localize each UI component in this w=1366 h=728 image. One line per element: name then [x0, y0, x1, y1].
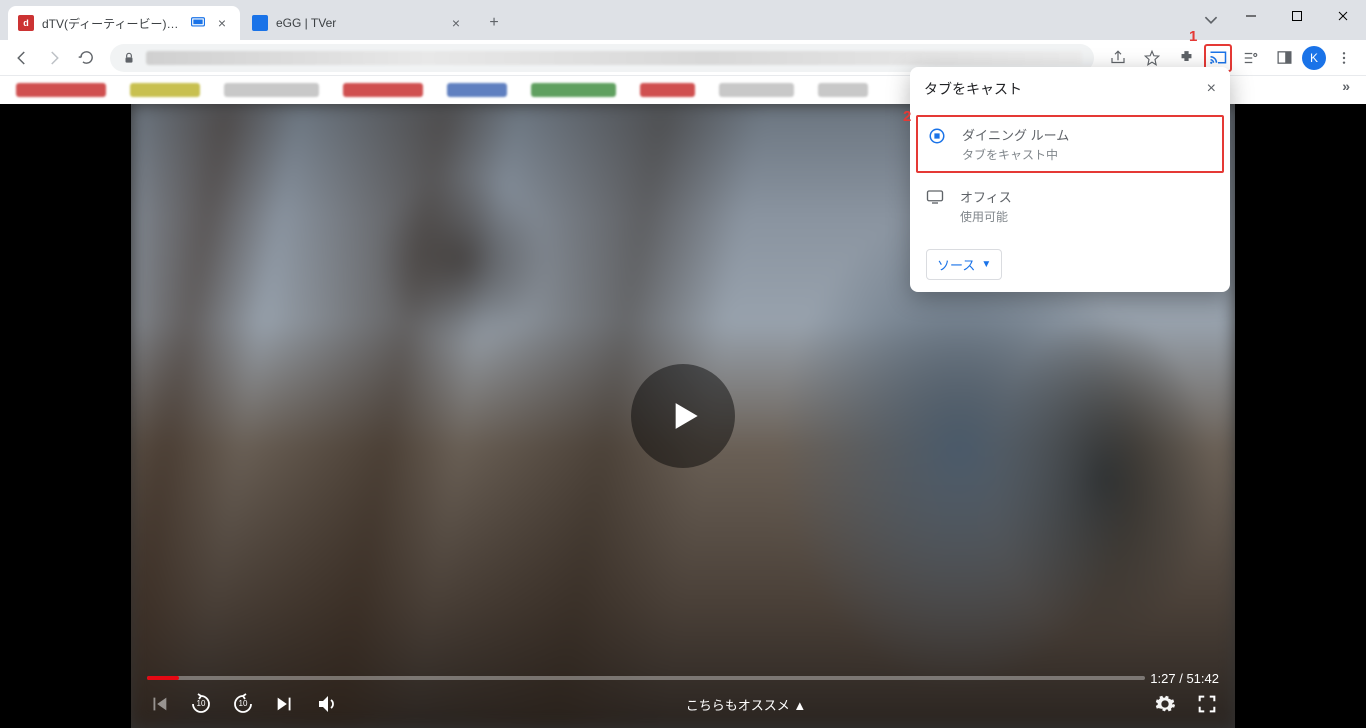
profile-avatar[interactable]: K: [1302, 46, 1326, 70]
cast-popup-title: タブをキャスト: [924, 79, 1207, 99]
window-titlebar: d dTV(ディーティービー)【初回無料 × eGG | TVer × +: [0, 0, 1366, 40]
tab-tver[interactable]: eGG | TVer ×: [242, 6, 474, 40]
cast-indicator-icon: [190, 15, 206, 31]
back-button[interactable]: [6, 42, 38, 74]
time-label: 1:27 / 51:42: [1150, 671, 1219, 686]
cast-popup-close-button[interactable]: ×: [1207, 80, 1216, 98]
play-button[interactable]: [631, 364, 735, 468]
bookmark-blurred[interactable]: [343, 83, 423, 97]
cast-source-button[interactable]: ソース▼: [926, 249, 1002, 280]
lock-icon: [122, 51, 136, 65]
bookmark-blurred[interactable]: [447, 83, 507, 97]
tab-strip: d dTV(ディーティービー)【初回無料 × eGG | TVer × +: [0, 0, 508, 40]
cast-popup: タブをキャスト × ダイニング ルーム タブをキャスト中 オフィス 使用可能 ソ…: [910, 67, 1230, 292]
bookmark-blurred[interactable]: [224, 83, 319, 97]
bookmark-blurred[interactable]: [130, 83, 200, 97]
bookmark-blurred[interactable]: [719, 83, 794, 97]
cast-device-dining[interactable]: ダイニング ルーム タブをキャスト中: [916, 115, 1224, 173]
window-controls: [1194, 0, 1366, 40]
tab-close-button[interactable]: ×: [214, 15, 230, 31]
tab-title: dTV(ディーティービー)【初回無料: [42, 15, 190, 32]
dropdown-triangle-icon: ▼: [981, 259, 991, 270]
chrome-menu-button[interactable]: [1328, 42, 1360, 74]
progress-elapsed: [147, 676, 179, 680]
recommend-toggle[interactable]: こちらもオススメ ▲: [357, 695, 1135, 714]
tab-dtv[interactable]: d dTV(ディーティービー)【初回無料 ×: [8, 6, 240, 40]
minimize-button[interactable]: [1228, 0, 1274, 32]
tv-icon: [926, 189, 946, 205]
player-controls: 10 10 こちらもオススメ ▲: [147, 688, 1219, 720]
next-episode-button[interactable]: [273, 692, 297, 716]
annotation-1: 1: [1189, 28, 1197, 45]
device-name: オフィス: [960, 187, 1012, 206]
device-name: ダイニング ルーム: [962, 125, 1069, 144]
annotation-2: 2: [903, 108, 911, 125]
favicon-tver: [252, 15, 268, 31]
maximize-button[interactable]: [1274, 0, 1320, 32]
forward-button[interactable]: [38, 42, 70, 74]
side-panel-button[interactable]: [1268, 42, 1300, 74]
volume-button[interactable]: [315, 692, 339, 716]
device-status: タブをキャスト中: [962, 146, 1069, 163]
reload-button[interactable]: [70, 42, 102, 74]
close-window-button[interactable]: [1320, 0, 1366, 32]
cast-device-office[interactable]: オフィス 使用可能: [910, 177, 1230, 235]
bookmark-blurred[interactable]: [531, 83, 616, 97]
stop-cast-icon: [928, 127, 948, 145]
rewind-10-button[interactable]: 10: [189, 692, 213, 716]
bookmark-blurred[interactable]: [818, 83, 868, 97]
media-control-button[interactable]: [1234, 42, 1266, 74]
forward-10-button[interactable]: 10: [231, 692, 255, 716]
bookmark-blurred[interactable]: [640, 83, 695, 97]
tab-search-button[interactable]: [1194, 0, 1228, 40]
fullscreen-button[interactable]: [1195, 692, 1219, 716]
url-text-blurred: [146, 51, 1082, 65]
progress-bar[interactable]: [147, 676, 1145, 680]
tab-close-button[interactable]: ×: [448, 15, 464, 31]
new-tab-button[interactable]: +: [480, 9, 508, 37]
prev-episode-button[interactable]: [147, 692, 171, 716]
tab-title: eGG | TVer: [276, 16, 448, 30]
bookmark-blurred[interactable]: [16, 83, 106, 97]
favicon-dtv: d: [18, 15, 34, 31]
settings-gear-button[interactable]: [1153, 692, 1177, 716]
bookmarks-overflow-button[interactable]: »: [1342, 78, 1350, 94]
device-status: 使用可能: [960, 208, 1012, 225]
